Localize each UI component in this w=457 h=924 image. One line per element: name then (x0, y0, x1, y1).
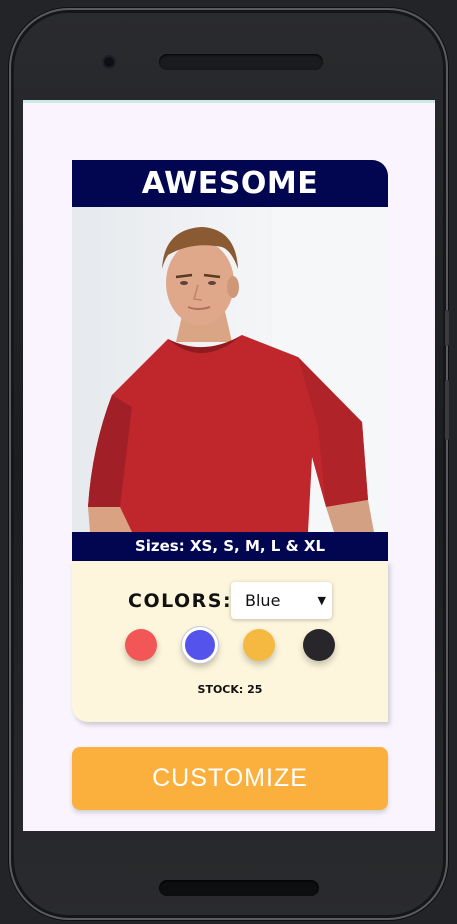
swatch-yellow[interactable] (243, 629, 275, 661)
colors-label: COLORS: (128, 590, 233, 612)
side-button (445, 310, 449, 346)
chevron-down-icon: ▼ (317, 594, 326, 607)
man-in-red-tshirt-image (88, 207, 388, 532)
stock-count: STOCK: 25 (197, 683, 263, 696)
color-select-value: Blue (245, 591, 281, 610)
product-title: AWESOME (72, 160, 388, 207)
earpiece-speaker (159, 54, 323, 70)
customize-button[interactable]: CUSTOMIZE (72, 747, 388, 810)
options-panel: COLORS: Blue ▼ STOCK: 25 (72, 561, 388, 722)
color-select[interactable]: Blue ▼ (231, 582, 332, 619)
bottom-speaker (159, 880, 319, 896)
sizes-bar: Sizes: XS, S, M, L & XL (72, 532, 388, 561)
side-button (445, 380, 449, 440)
front-camera (104, 57, 114, 67)
swatch-black[interactable] (303, 629, 335, 661)
product-card: AWESOME Sizes: XS, S, M, L & XL COLORS: … (72, 160, 388, 722)
product-photo (72, 207, 388, 532)
swatch-red[interactable] (125, 629, 157, 661)
app-screen: AWESOME Sizes: XS, S, M, L & XL COLORS: … (23, 100, 435, 831)
swatch-blue[interactable] (182, 627, 218, 663)
